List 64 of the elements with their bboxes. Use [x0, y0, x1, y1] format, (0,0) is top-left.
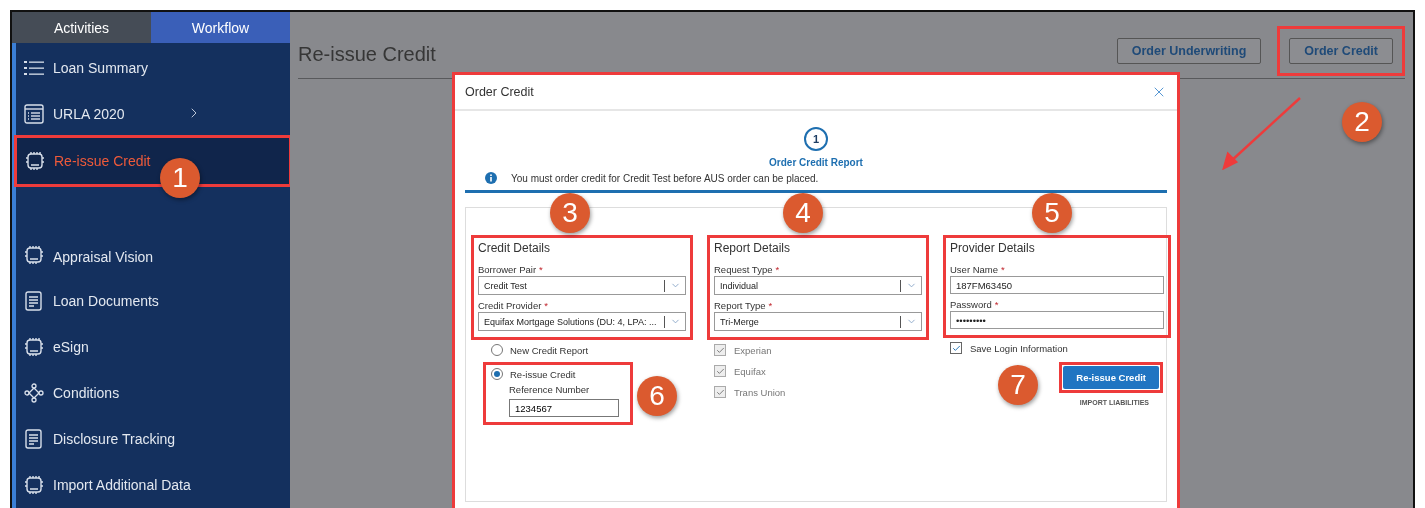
sidebar-item-label: Conditions: [53, 385, 120, 401]
required-mark: *: [539, 264, 543, 275]
sidebar-item-label: Loan Documents: [53, 293, 159, 309]
list-icon: [24, 60, 44, 76]
sidebar-item-label: eSign: [53, 339, 89, 355]
field-label: Reference Number: [508, 384, 591, 395]
step-number: 1: [804, 127, 828, 151]
section-title: Credit Details: [478, 241, 552, 255]
check-icon: [715, 387, 725, 397]
sidebar-item[interactable]: Loan Summary: [16, 45, 290, 91]
chip-icon: [24, 245, 44, 265]
network-icon: [24, 383, 44, 403]
sidebar-item[interactable]: Import Additional Data: [16, 462, 290, 508]
field-label: User Name: [950, 264, 999, 275]
sidebar-item[interactable]: Loan Documents: [16, 278, 290, 324]
sidebar-tab[interactable]: Activities: [12, 12, 151, 43]
radio-option[interactable]: New Credit Report: [491, 344, 685, 356]
check-icon: [715, 366, 725, 376]
section-title: Provider Details: [950, 241, 1036, 255]
chip-icon: [24, 475, 44, 495]
required-mark: *: [1001, 264, 1005, 275]
select-field[interactable]: Equifax Mortgage Solutions (DU: 4, LPA: ...: [478, 312, 686, 331]
field-label: Request Type: [714, 264, 773, 275]
section-title: Report Details: [714, 241, 792, 255]
input-field[interactable]: 1234567: [509, 399, 619, 417]
document-icon: [24, 291, 44, 311]
radio-option[interactable]: Re-issue Credit: [491, 368, 625, 380]
required-mark: *: [544, 300, 549, 311]
page-title: Re-issue Credit: [298, 43, 436, 67]
chip-icon: [25, 151, 45, 171]
sidebar-item-label: Import Additional Data: [53, 477, 191, 493]
required-mark: *: [775, 264, 780, 275]
field-label: Report Type: [714, 300, 766, 311]
check-icon: [715, 345, 725, 355]
check-icon: [951, 343, 961, 353]
dialog-title: Order Credit: [465, 85, 534, 99]
info-message: You must order credit for Credit Test before AUS order can be placed.: [511, 172, 819, 184]
chip-icon: [24, 337, 44, 357]
form-icon: [24, 104, 44, 124]
field-label: Credit Provider: [478, 300, 542, 311]
info-icon: [485, 172, 497, 184]
field-label: Password: [950, 299, 992, 310]
field-label: Borrower Pair: [478, 264, 537, 275]
sidebar-item[interactable]: eSign: [16, 324, 290, 370]
required-mark: *: [768, 300, 773, 311]
input-field[interactable]: 187FM63450: [950, 276, 1164, 294]
sidebar-tab[interactable]: Workflow: [151, 12, 290, 43]
sidebar-item-label: Loan Summary: [53, 60, 148, 76]
step-label: Order Credit Report: [769, 157, 863, 168]
select-field[interactable]: Individual: [714, 276, 922, 295]
sidebar-item[interactable]: Disclosure Tracking: [16, 416, 290, 462]
sidebar-item-label: Re-issue Credit: [54, 153, 151, 169]
select-field[interactable]: Tri-Merge: [714, 312, 922, 331]
document-icon: [24, 429, 44, 449]
sidebar-item-label: Appraisal Vision: [53, 249, 154, 265]
checkbox-option[interactable]: Save Login Information: [950, 342, 1171, 354]
sidebar-item-label: Disclosure Tracking: [53, 431, 176, 447]
input-field[interactable]: •••••••••: [950, 311, 1164, 329]
sidebar-item-label: URLA 2020: [53, 106, 125, 122]
select-field[interactable]: Credit Test: [478, 276, 686, 295]
sidebar-item[interactable]: Conditions: [16, 370, 290, 416]
required-mark: *: [994, 299, 999, 310]
sidebar-item[interactable]: URLA 2020: [16, 91, 290, 137]
reissue-credit-button[interactable]: Re-issue Credit: [1063, 366, 1159, 389]
